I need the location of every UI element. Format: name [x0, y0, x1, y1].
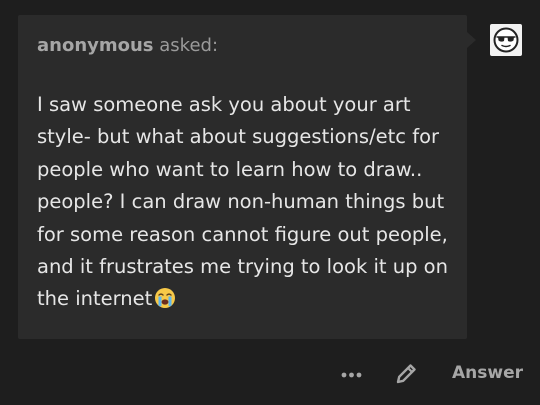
- ask-header: anonymous asked:: [37, 35, 218, 56]
- asker-name[interactable]: anonymous: [37, 35, 154, 56]
- answer-button[interactable]: Answer: [452, 363, 523, 383]
- ask-card: anonymous asked: I saw someone ask you a…: [18, 15, 467, 339]
- asked-label: asked:: [159, 35, 219, 56]
- pencil-icon: [396, 364, 416, 384]
- sunglasses-face-icon: [493, 27, 519, 53]
- loudly-crying-face-emoji-icon: [154, 287, 176, 319]
- ellipsis-icon: [341, 372, 362, 378]
- card-pointer: [467, 32, 476, 48]
- post-actions: Answer: [0, 360, 540, 390]
- question-text-block: I saw someone ask you about your art sty…: [37, 89, 457, 320]
- more-options-button[interactable]: [338, 364, 370, 386]
- edit-button[interactable]: [393, 361, 419, 387]
- question-text: I saw someone ask you about your art sty…: [37, 93, 448, 311]
- avatar[interactable]: [490, 24, 522, 56]
